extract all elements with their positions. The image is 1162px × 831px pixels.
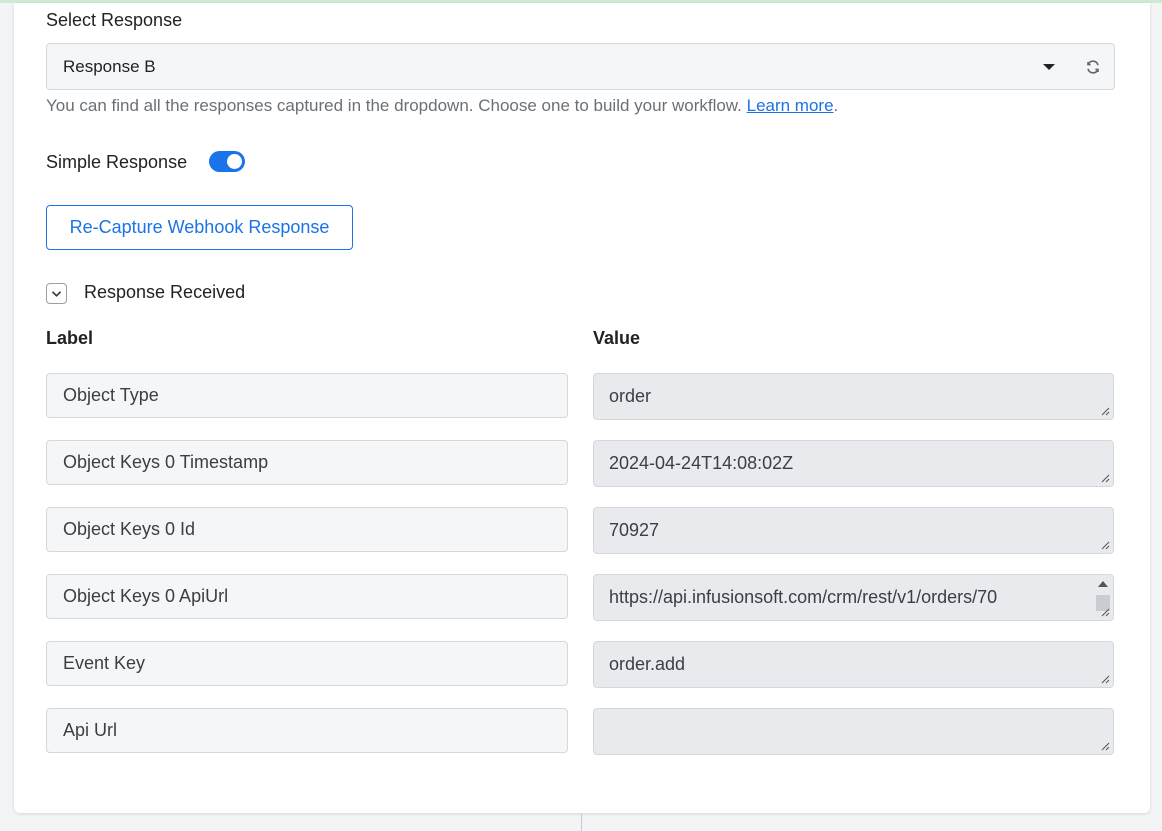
caret-down-icon [1043,64,1055,70]
value-text: https://api.infusionsoft.com/crm/rest/v1… [609,587,998,607]
value-text: 70927 [609,520,660,540]
label-field[interactable]: Object Keys 0 ApiUrl [46,574,568,619]
connector-line [581,813,582,831]
learn-more-link[interactable]: Learn more [747,96,834,115]
value-field[interactable]: https://api.infusionsoft.com/crm/rest/v1… [593,574,1114,621]
refresh-icon [1086,59,1099,74]
value-text: order [609,386,652,406]
label-field[interactable]: Api Url [46,708,568,753]
value-field[interactable]: 2024-04-24T14:08:02Z [593,440,1114,487]
resize-grip-icon[interactable] [1101,407,1110,416]
select-help-text: You can find all the responses captured … [46,96,838,116]
resize-grip-icon[interactable] [1101,541,1110,550]
resize-grip-icon[interactable] [1101,474,1110,483]
resize-grip-icon[interactable] [1101,742,1110,751]
label-column-header: Label [46,328,94,348]
select-response-label: Select Response [46,10,183,30]
label-field[interactable]: Object Keys 0 Timestamp [46,440,568,485]
label-field[interactable]: Event Key [46,641,568,686]
value-text: order.add [609,654,686,674]
value-field[interactable]: order.add [593,641,1114,688]
resize-grip-icon[interactable] [1101,608,1110,617]
collapse-response-button[interactable] [46,283,67,304]
help-text: You can find all the responses captured … [46,96,742,115]
chevron-down-icon [51,290,62,297]
resize-grip-icon[interactable] [1101,675,1110,684]
simple-response-toggle[interactable] [209,151,245,172]
label-field[interactable]: Object Keys 0 Id [46,507,568,552]
response-received-title: Response Received [84,282,246,302]
scroll-up-icon[interactable] [1098,581,1108,587]
value-column-header: Value [593,328,641,348]
value-text: 2024-04-24T14:08:02Z [609,453,794,473]
value-field[interactable]: 70927 [593,507,1114,554]
value-field[interactable] [593,708,1114,755]
recapture-webhook-button[interactable]: Re-Capture Webhook Response [46,205,353,250]
refresh-responses-button[interactable] [1071,43,1115,90]
response-select-dropdown[interactable]: Response B [46,43,1072,90]
label-field[interactable]: Object Type [46,373,568,418]
value-field[interactable]: order [593,373,1114,420]
simple-response-label: Simple Response [46,152,188,172]
response-select-value: Response B [63,56,156,76]
help-suffix: . [833,96,839,115]
toggle-knob [227,154,242,169]
